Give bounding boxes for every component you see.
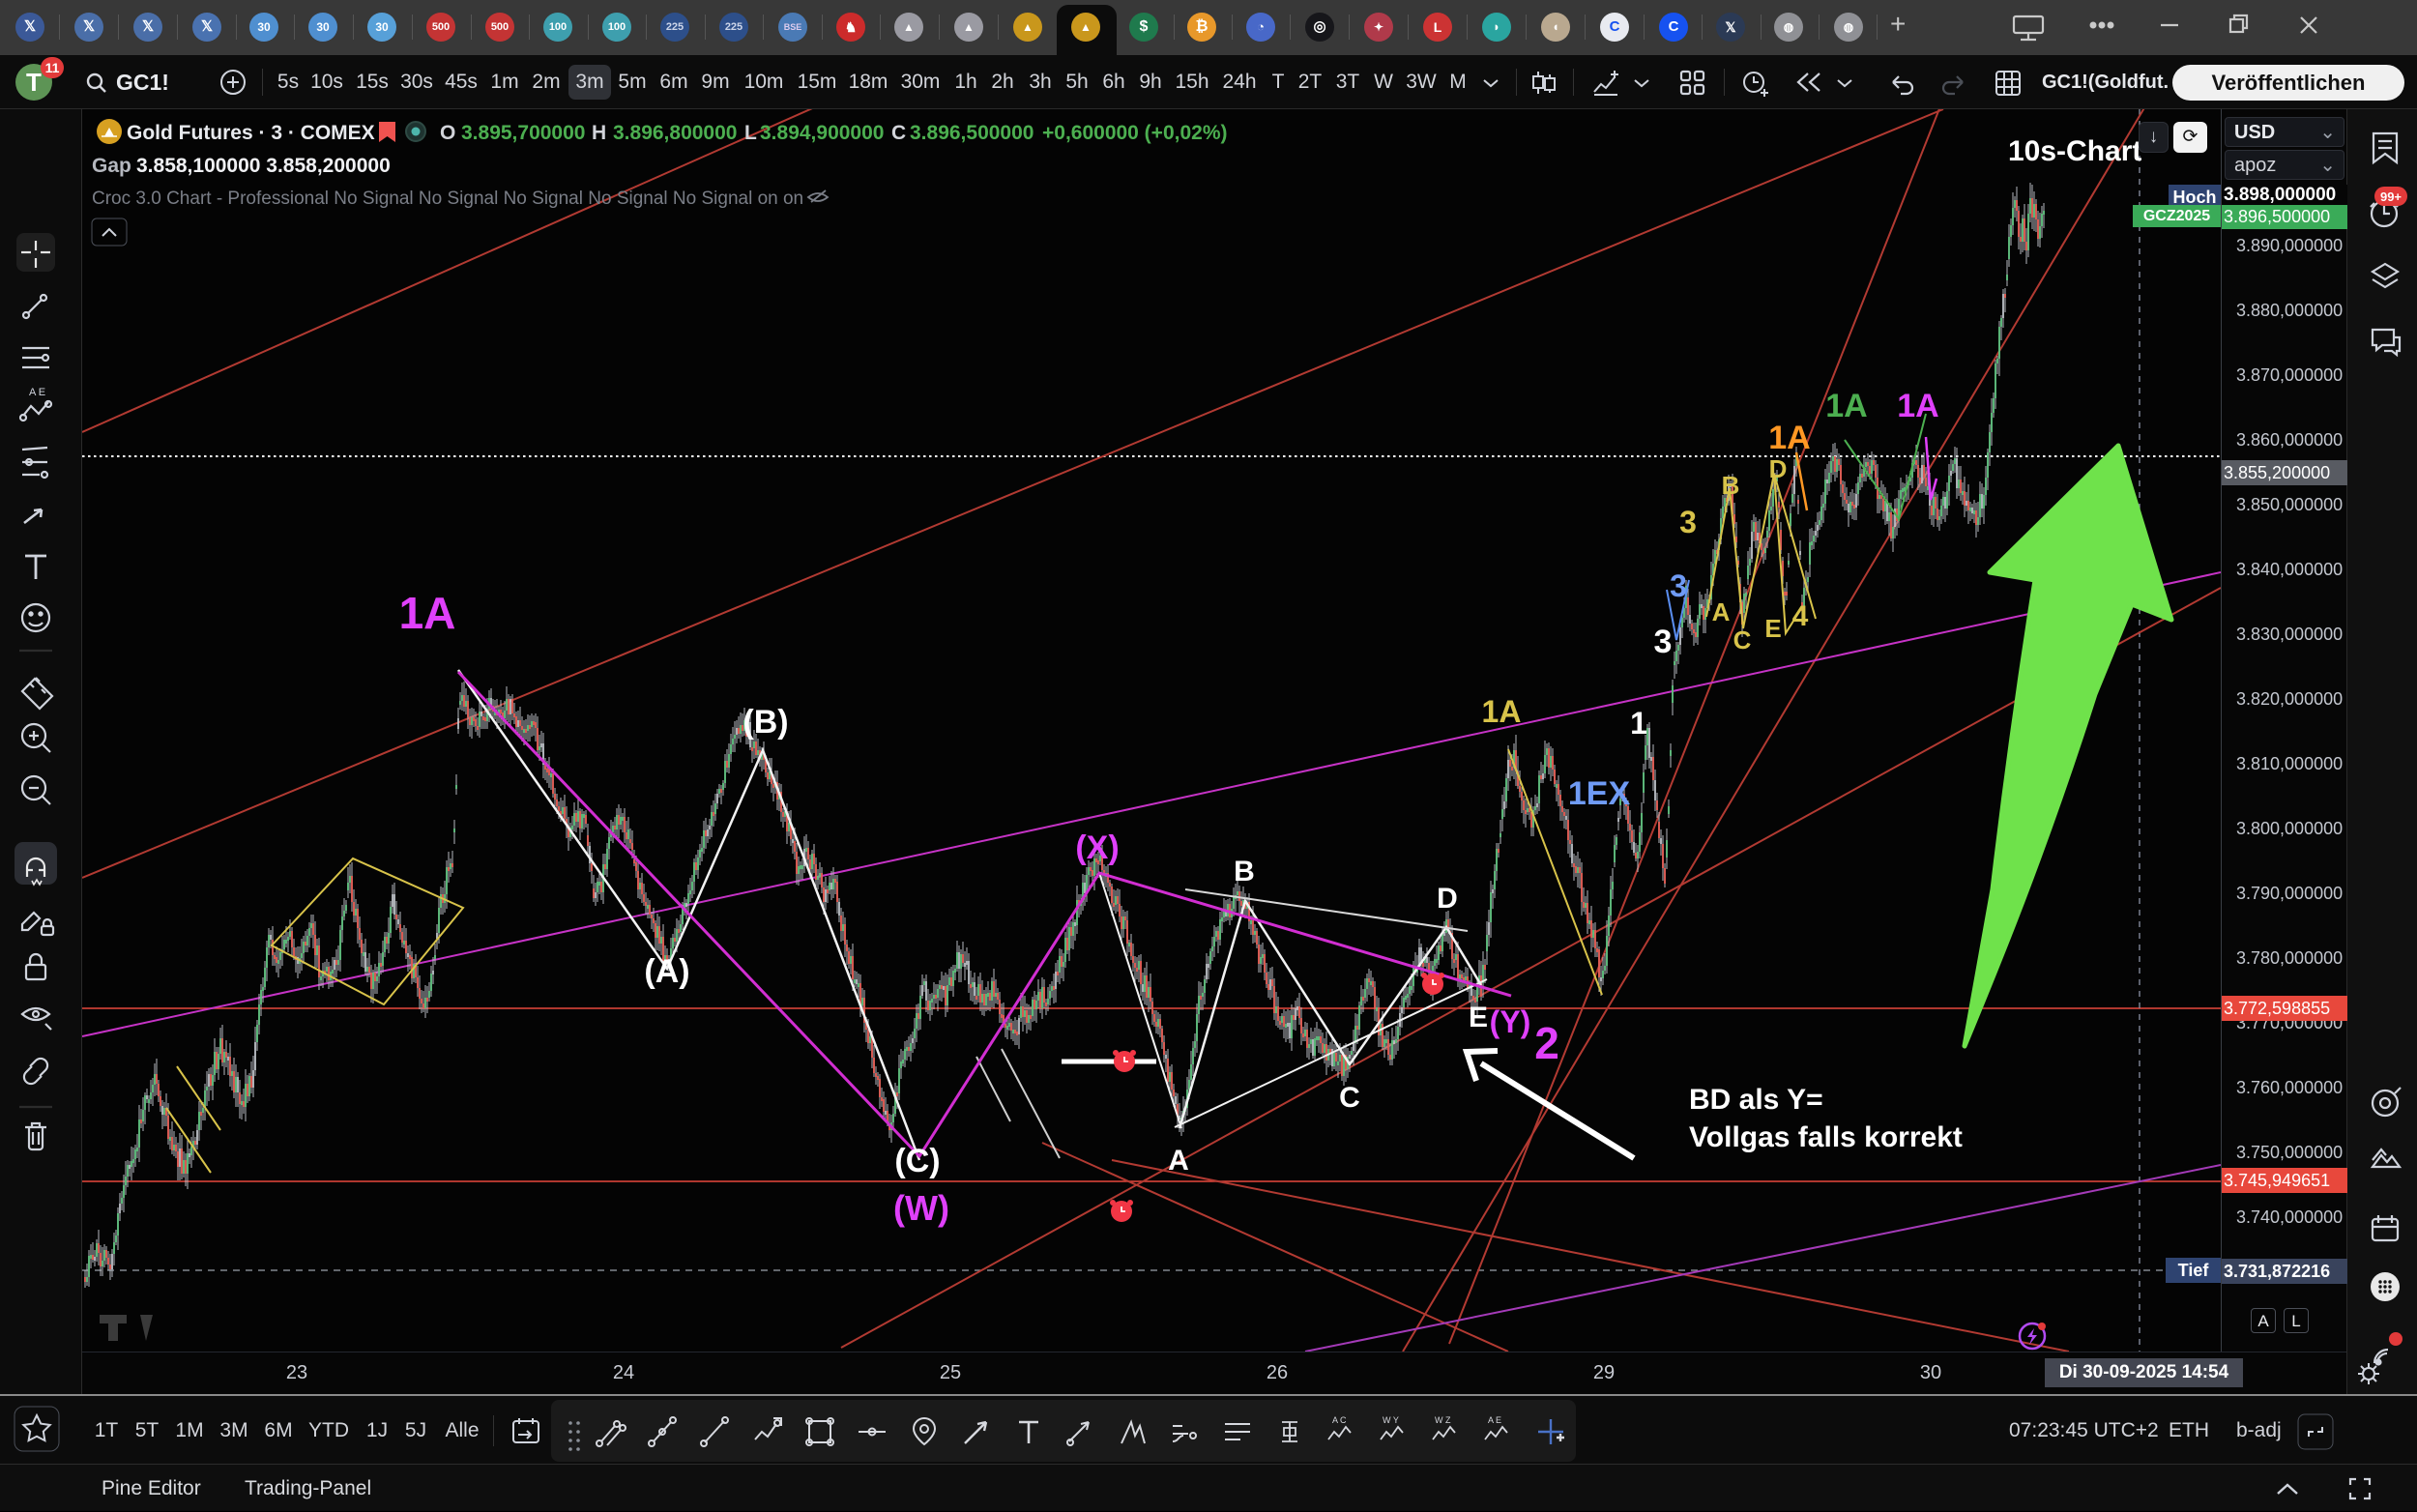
svg-text:3: 3 bbox=[1670, 568, 1687, 603]
svg-text:D: D bbox=[1769, 454, 1788, 483]
svg-text:A E: A E bbox=[1488, 1415, 1501, 1425]
svg-text:A E: A E bbox=[29, 387, 45, 398]
svg-text:(C): (C) bbox=[894, 1143, 940, 1179]
svg-text:3.895,700000: 3.895,700000 bbox=[461, 122, 585, 144]
svg-text:Gap: Gap bbox=[92, 155, 131, 177]
svg-text:3.896,800000: 3.896,800000 bbox=[613, 122, 737, 144]
svg-text:O: O bbox=[440, 122, 455, 144]
svg-text:+0,600000 (+0,02%): +0,600000 (+0,02%) bbox=[1042, 122, 1227, 144]
svg-text:C: C bbox=[891, 122, 906, 144]
svg-text:(X): (X) bbox=[1075, 829, 1119, 866]
svg-text:1A: 1A bbox=[1897, 388, 1938, 424]
svg-text:2: 2 bbox=[1534, 1018, 1559, 1068]
svg-text:3.894,900000: 3.894,900000 bbox=[760, 122, 884, 144]
svg-text:(B): (B) bbox=[743, 704, 788, 741]
svg-text:(W): (W) bbox=[893, 1188, 949, 1228]
svg-text:10s-Chart: 10s-Chart bbox=[2008, 135, 2141, 167]
svg-text:3: 3 bbox=[1679, 505, 1697, 539]
svg-text:1A: 1A bbox=[399, 588, 456, 638]
svg-text:1EX: 1EX bbox=[1568, 775, 1631, 812]
svg-text:B: B bbox=[1234, 856, 1255, 887]
svg-text:4: 4 bbox=[1792, 600, 1809, 632]
svg-text:L: L bbox=[744, 122, 757, 144]
svg-text:Gold Futures · 3 · COMEX: Gold Futures · 3 · COMEX bbox=[127, 122, 375, 144]
svg-text:1A: 1A bbox=[1482, 694, 1522, 729]
svg-text:99+: 99+ bbox=[2380, 189, 2402, 204]
svg-text:C: C bbox=[1339, 1082, 1360, 1114]
svg-text:1: 1 bbox=[1630, 706, 1647, 741]
svg-text:Vollgas falls korrekt: Vollgas falls korrekt bbox=[1689, 1121, 1963, 1153]
svg-text:(A): (A) bbox=[644, 953, 689, 990]
svg-text:C: C bbox=[1733, 625, 1752, 654]
svg-text:3.858,100000 3.858,200000: 3.858,100000 3.858,200000 bbox=[136, 155, 391, 177]
svg-text:E: E bbox=[1469, 1002, 1488, 1033]
svg-text:H: H bbox=[592, 122, 606, 144]
svg-text:3.896,500000: 3.896,500000 bbox=[910, 122, 1034, 144]
svg-text:B: B bbox=[1722, 471, 1740, 500]
svg-text:D: D bbox=[1437, 883, 1458, 915]
svg-text:BD als Y=: BD als Y= bbox=[1689, 1084, 1823, 1116]
svg-text:A C: A C bbox=[1332, 1415, 1347, 1425]
svg-text:W Y: W Y bbox=[1383, 1415, 1399, 1425]
svg-text:E: E bbox=[1764, 614, 1781, 643]
svg-text:3: 3 bbox=[1654, 624, 1673, 660]
svg-text:W Z: W Z bbox=[1435, 1415, 1451, 1425]
svg-text:1A: 1A bbox=[1768, 420, 1810, 456]
svg-text:A: A bbox=[1712, 597, 1731, 626]
svg-text:(Y): (Y) bbox=[1490, 1004, 1531, 1039]
svg-text:A: A bbox=[1168, 1145, 1189, 1177]
svg-text:Croc 3.0 Chart - Professional: Croc 3.0 Chart - Professional No Signal … bbox=[92, 189, 803, 209]
svg-text:1A: 1A bbox=[1825, 388, 1867, 424]
